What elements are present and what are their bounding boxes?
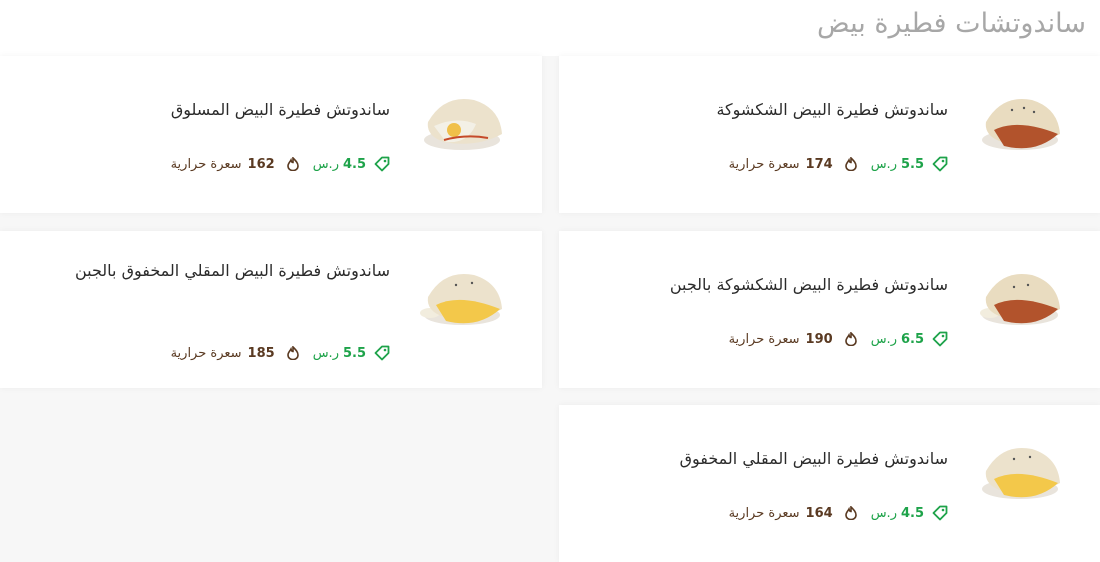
- item-price: 6.5 ر.س: [871, 331, 948, 347]
- item-image: [974, 257, 1064, 347]
- menu-item-card[interactable]: ساندوتش فطيرة البيض المقلي المخفوق 4.5 ر…: [559, 405, 1100, 562]
- tag-icon: [932, 505, 948, 521]
- item-calories: 162 سعرة حرارية: [171, 157, 299, 172]
- flame-icon: [286, 157, 299, 171]
- item-name: ساندوتش فطيرة البيض الشكشوكة بالجبن: [669, 275, 948, 294]
- item-price: 5.5 ر.س: [871, 156, 948, 172]
- item-price: 5.5 ر.س: [313, 345, 390, 361]
- item-calories: 164 سعرة حرارية: [729, 506, 857, 521]
- tag-icon: [374, 345, 390, 361]
- item-meta: 5.5 ر.س 174 سعرة حرارية: [729, 154, 948, 174]
- flame-icon: [286, 346, 299, 360]
- flame-icon: [844, 332, 857, 346]
- item-calories: 190 سعرة حرارية: [729, 332, 857, 347]
- item-image: [974, 82, 1064, 172]
- menu-item-card[interactable]: ساندوتش فطيرة البيض المسلوق 4.5 ر.س 162 …: [0, 56, 542, 213]
- item-price: 4.5 ر.س: [313, 156, 390, 172]
- item-calories: 174 سعرة حرارية: [729, 157, 857, 172]
- item-price: 4.5 ر.س: [871, 505, 948, 521]
- section-header: ساندوتشات فطيرة بيض: [0, 0, 1100, 56]
- menu-item-card[interactable]: ساندوتش فطيرة البيض الشكشوكة بالجبن 6.5 …: [559, 231, 1100, 388]
- tag-icon: [932, 331, 948, 347]
- item-name: ساندوتش فطيرة البيض الشكشوكة: [716, 100, 948, 119]
- item-image: [416, 82, 506, 172]
- flame-icon: [844, 506, 857, 520]
- menu-item-card[interactable]: ساندوتش فطيرة البيض الشكشوكة 5.5 ر.س 174…: [559, 56, 1100, 213]
- item-image: [416, 257, 506, 347]
- item-name: ساندوتش فطيرة البيض المسلوق: [170, 100, 390, 119]
- item-meta: 4.5 ر.س 164 سعرة حرارية: [729, 503, 948, 523]
- section-title: ساندوتشات فطيرة بيض: [817, 8, 1086, 39]
- item-meta: 5.5 ر.س 185 سعرة حرارية: [171, 343, 390, 363]
- menu-item-card[interactable]: ساندوتش فطيرة البيض المقلي المخفوق بالجب…: [0, 231, 542, 388]
- item-calories: 185 سعرة حرارية: [171, 346, 299, 361]
- item-name: ساندوتش فطيرة البيض المقلي المخفوق بالجب…: [74, 261, 390, 280]
- item-name: ساندوتش فطيرة البيض المقلي المخفوق: [679, 449, 948, 468]
- tag-icon: [932, 156, 948, 172]
- item-meta: 6.5 ر.س 190 سعرة حرارية: [729, 329, 948, 349]
- tag-icon: [374, 156, 390, 172]
- item-image: [974, 431, 1064, 521]
- flame-icon: [844, 157, 857, 171]
- item-meta: 4.5 ر.س 162 سعرة حرارية: [171, 154, 390, 174]
